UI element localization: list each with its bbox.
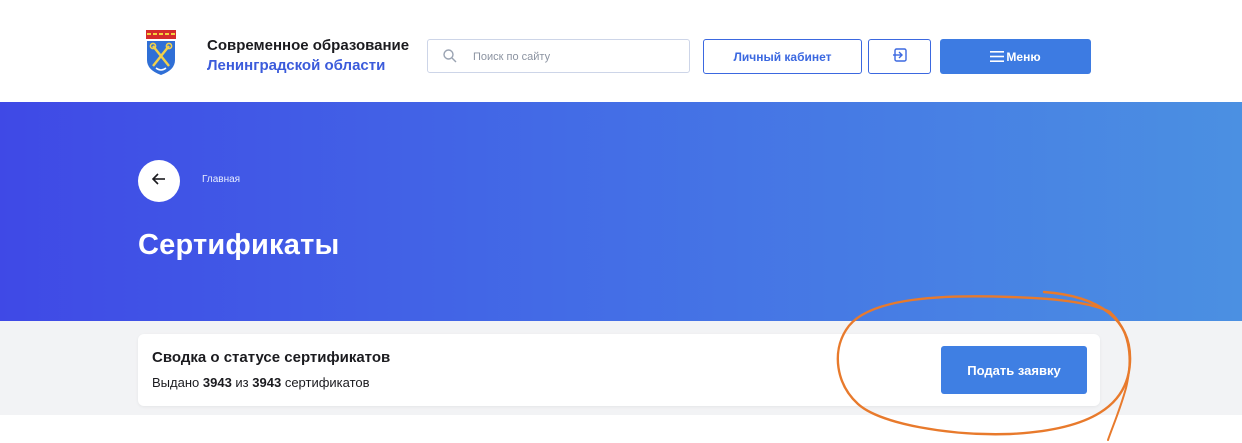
login-icon [892, 47, 908, 66]
menu-label: Меню [1006, 49, 1041, 64]
apply-button[interactable]: Подать заявку [941, 346, 1087, 394]
search-box[interactable] [427, 39, 690, 73]
back-button[interactable] [138, 160, 180, 202]
issued-suffix: сертификатов [284, 375, 370, 390]
issued-summary: Выдано 3943 из 3943 сертификатов [152, 375, 370, 390]
issued-count: 3943 [202, 375, 232, 390]
content-area: Сводка о статусе сертификатов Выдано 394… [0, 321, 1242, 415]
brand-line-2: Ленинградской области [207, 57, 386, 74]
menu-button[interactable]: Меню [940, 39, 1091, 74]
search-icon [442, 48, 458, 64]
issued-prefix: Выдано [152, 375, 200, 390]
brand-line-1: Современное образование [207, 37, 410, 54]
breadcrumb-home[interactable]: Главная [202, 174, 240, 185]
total-count: 3943 [252, 375, 282, 390]
page-title: Сертификаты [138, 229, 340, 261]
search-input[interactable] [473, 47, 673, 67]
login-button[interactable] [868, 39, 931, 74]
personal-account-button[interactable]: Личный кабинет [703, 39, 862, 74]
issued-middle: из [235, 375, 249, 390]
certificate-status-card: Сводка о статусе сертификатов Выдано 394… [138, 334, 1100, 406]
hamburger-icon [990, 51, 1005, 62]
card-heading: Сводка о статусе сертификатов [152, 349, 391, 366]
brand-name[interactable]: Современное образование Ленинградской об… [207, 36, 409, 76]
site-header: Современное образование Ленинградской об… [0, 0, 1242, 102]
coat-of-arms-icon[interactable] [146, 30, 176, 76]
page-hero: Главная Сертификаты [0, 102, 1242, 321]
arrow-left-icon [151, 172, 166, 190]
